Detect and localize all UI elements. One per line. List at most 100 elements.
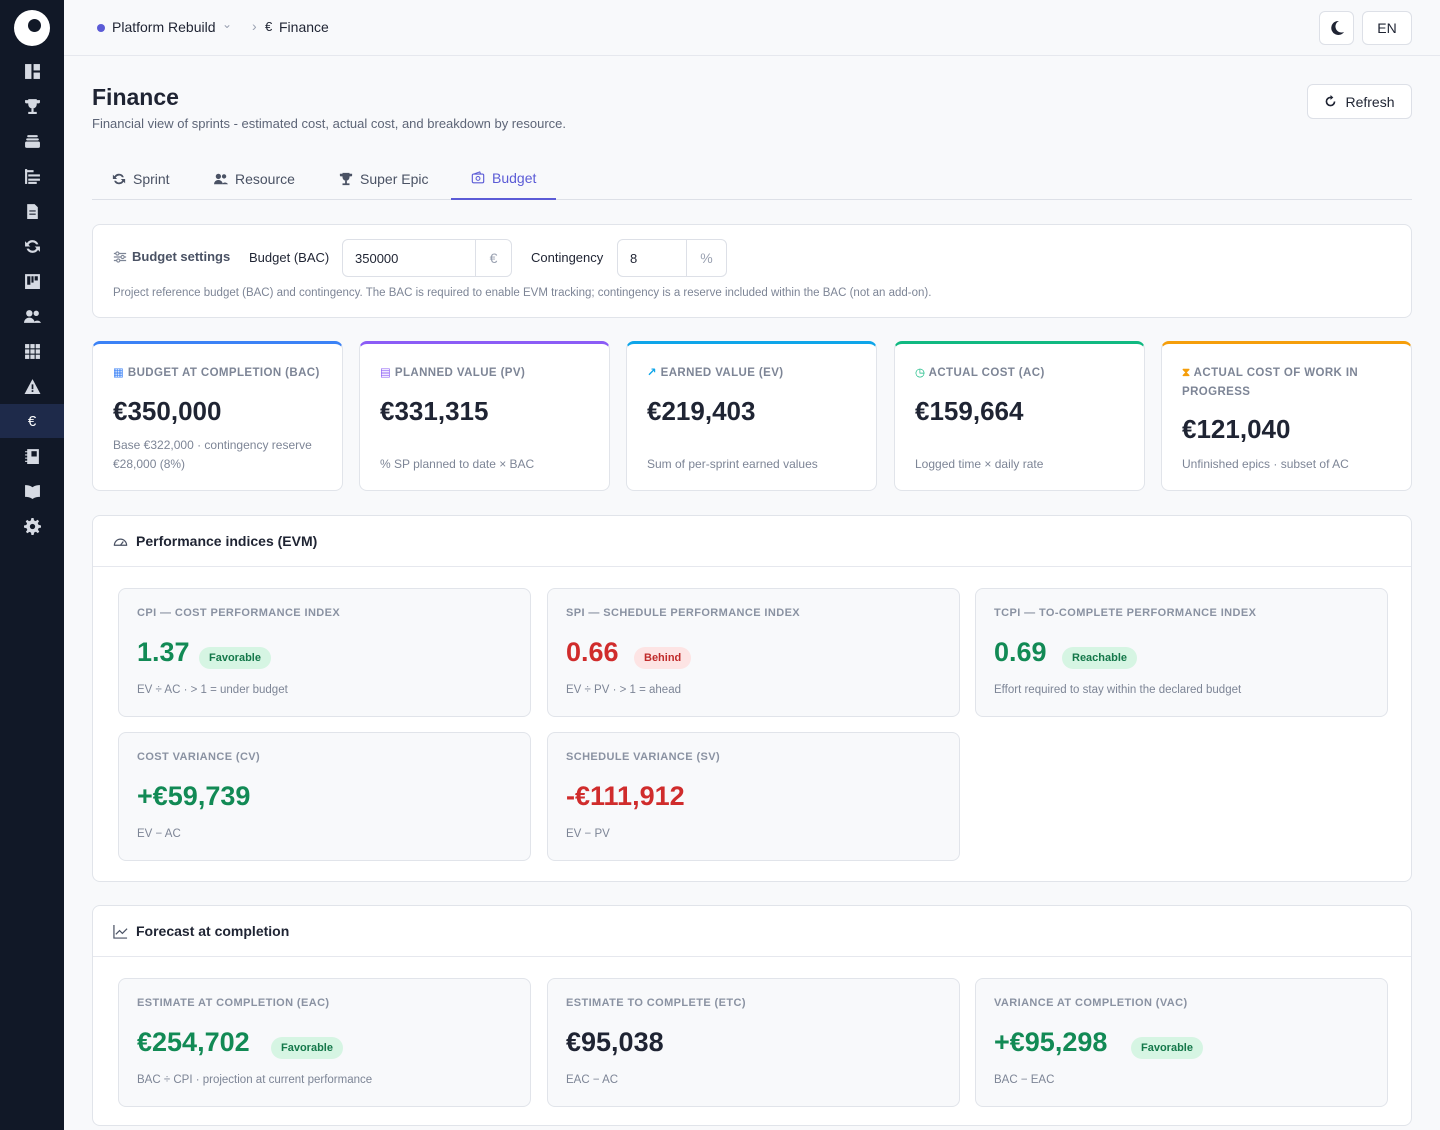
kpi-label: ⧗ Actual cost of work in progress: [1182, 364, 1397, 402]
calendar-icon: ▤: [380, 367, 395, 379]
sidebar-item-finance[interactable]: €: [0, 404, 64, 438]
sidebar-item-dashboard[interactable]: [0, 54, 64, 88]
kpi-label-text: Actual cost (AC): [928, 367, 1045, 379]
budget-settings-title: Budget settings: [113, 249, 230, 264]
users-icon: [23, 309, 41, 323]
evm-section-header: Performance indices (EVM): [93, 516, 1411, 567]
metric-value: -€111,912: [566, 781, 685, 811]
kpi-label: ↗ Earned value (EV): [647, 364, 862, 383]
book-icon: [24, 484, 40, 499]
kpi-label-text: Actual cost of work in progress: [1182, 367, 1359, 398]
metric-label: SPI — Schedule performance index: [566, 607, 801, 619]
evm-section: Performance indices (EVM) CPI — Cost per…: [92, 515, 1412, 882]
forecast-section: Forecast at completion Estimate at compl…: [92, 905, 1412, 1126]
metric-label: Schedule variance (SV): [566, 751, 721, 763]
language-button[interactable]: EN: [1362, 11, 1412, 45]
tab-label: Budget: [492, 169, 537, 186]
budget-input-group: 350000 €: [342, 239, 512, 277]
page-title: Finance: [92, 84, 179, 110]
metric-value: 0.69: [994, 637, 1047, 667]
trend-up-icon: ↗: [647, 367, 661, 379]
metric-value: 0.66: [566, 637, 619, 667]
contingency-field-label: Contingency: [531, 250, 604, 265]
budget-input[interactable]: 350000: [343, 240, 475, 276]
kanban-icon: [24, 273, 40, 289]
sidebar: €: [0, 0, 64, 1130]
metric-cv: Cost variance (CV) +€59,739 EV − AC: [118, 732, 531, 861]
tab-label: Super Epic: [360, 170, 429, 187]
sync-icon: [112, 173, 126, 184]
tab-resource[interactable]: Resource: [194, 157, 315, 200]
tab-sprint[interactable]: Sprint: [92, 157, 190, 200]
metric-label: CPI — Cost performance index: [137, 607, 341, 619]
kpi-value: €350,000: [113, 396, 222, 426]
tab-budget[interactable]: Budget: [451, 157, 557, 200]
project-color-dot: [97, 24, 105, 32]
moon-icon: [1330, 20, 1344, 35]
document-icon: [26, 203, 38, 219]
warning-icon: [24, 378, 40, 394]
contingency-input[interactable]: 8: [618, 240, 686, 276]
users-icon: [214, 173, 228, 184]
forecast-section-header: Forecast at completion: [93, 906, 1411, 957]
sidebar-item-tree[interactable]: [0, 159, 64, 193]
metric-note: EV − PV: [566, 828, 610, 840]
metric-note: EV ÷ PV · > 1 = ahead: [566, 684, 681, 696]
app-logo[interactable]: [14, 10, 50, 46]
metric-spi: SPI — Schedule performance index 0.66 Be…: [547, 588, 960, 717]
metric-cpi: CPI — Cost performance index 1.37 Favora…: [118, 588, 531, 717]
metric-value: €95,038: [566, 1027, 664, 1057]
tab-super-epic[interactable]: Super Epic: [319, 157, 448, 200]
kpi-note: Logged time × daily rate: [915, 457, 1044, 471]
sidebar-item-notebook[interactable]: [0, 439, 64, 473]
trophy-icon: [339, 172, 353, 185]
kpi-value: €219,403: [647, 396, 756, 426]
sidebar-item-risks[interactable]: [0, 369, 64, 403]
status-badge: Favorable: [199, 647, 271, 669]
breadcrumb-separator-icon: ›: [252, 18, 257, 34]
kpi-card-ev: ↗ Earned value (EV) €219,403 Sum of per-…: [626, 341, 877, 491]
sidebar-item-documents[interactable]: [0, 194, 64, 228]
sidebar-item-users[interactable]: [0, 299, 64, 333]
refresh-button[interactable]: Refresh: [1307, 84, 1412, 119]
sidebar-item-settings[interactable]: [0, 509, 64, 543]
metric-value: 1.37: [137, 637, 190, 667]
tab-label: Resource: [235, 170, 295, 187]
trend-chart-icon: [113, 924, 128, 939]
project-selector[interactable]: Platform Rebuild: [112, 19, 216, 35]
euro-icon: €: [27, 412, 37, 430]
kpi-value: €121,040: [1182, 414, 1291, 444]
layers-icon: [24, 134, 40, 148]
sidebar-item-trophy[interactable]: [0, 89, 64, 123]
metric-sv: Schedule variance (SV) -€111,912 EV − PV: [547, 732, 960, 861]
tab-label: Sprint: [133, 170, 170, 187]
metric-note: BAC ÷ CPI · projection at current perfor…: [137, 1074, 373, 1086]
chevron-down-icon[interactable]: ⌄: [222, 17, 232, 31]
dashboard-icon: [24, 63, 40, 79]
kpi-note: % SP planned to date × BAC: [380, 457, 535, 471]
sidebar-item-sync[interactable]: [0, 229, 64, 263]
metric-label: Variance at completion (VAC): [994, 997, 1188, 1009]
notebook-icon: [24, 448, 39, 464]
theme-toggle-button[interactable]: [1319, 11, 1354, 45]
refresh-label: Refresh: [1345, 93, 1395, 110]
metric-value: +€59,739: [137, 781, 251, 811]
sidebar-item-grid[interactable]: [0, 334, 64, 368]
sidebar-item-kanban[interactable]: [0, 264, 64, 298]
sidebar-item-docs[interactable]: [0, 474, 64, 508]
finance-tabs: Sprint Resource Super Epic Budget: [92, 157, 1412, 200]
metric-etc: Estimate to complete (ETC) €95,038 EAC −…: [547, 978, 960, 1107]
sidebar-item-layers[interactable]: [0, 124, 64, 158]
budget-field-label: Budget (BAC): [249, 250, 330, 265]
hourglass-icon: ⧗: [1182, 367, 1194, 379]
evm-section-title: Performance indices (EVM): [136, 533, 318, 549]
euro-unit: €: [475, 240, 511, 276]
wallet-icon: [471, 170, 485, 183]
budget-settings-panel: Budget settings Budget (BAC) 350000 € Co…: [92, 224, 1412, 318]
kpi-label: ◷ Actual cost (AC): [915, 364, 1130, 383]
kpi-card-wip: ⧗ Actual cost of work in progress €121,0…: [1161, 341, 1412, 491]
gear-icon: [23, 517, 41, 535]
kpi-card-pv: ▤ Planned value (PV) €331,315 % SP plann…: [359, 341, 610, 491]
metric-note: EAC − AC: [566, 1074, 619, 1086]
top-bar: Platform Rebuild ⌄ › € Finance EN: [64, 0, 1440, 56]
